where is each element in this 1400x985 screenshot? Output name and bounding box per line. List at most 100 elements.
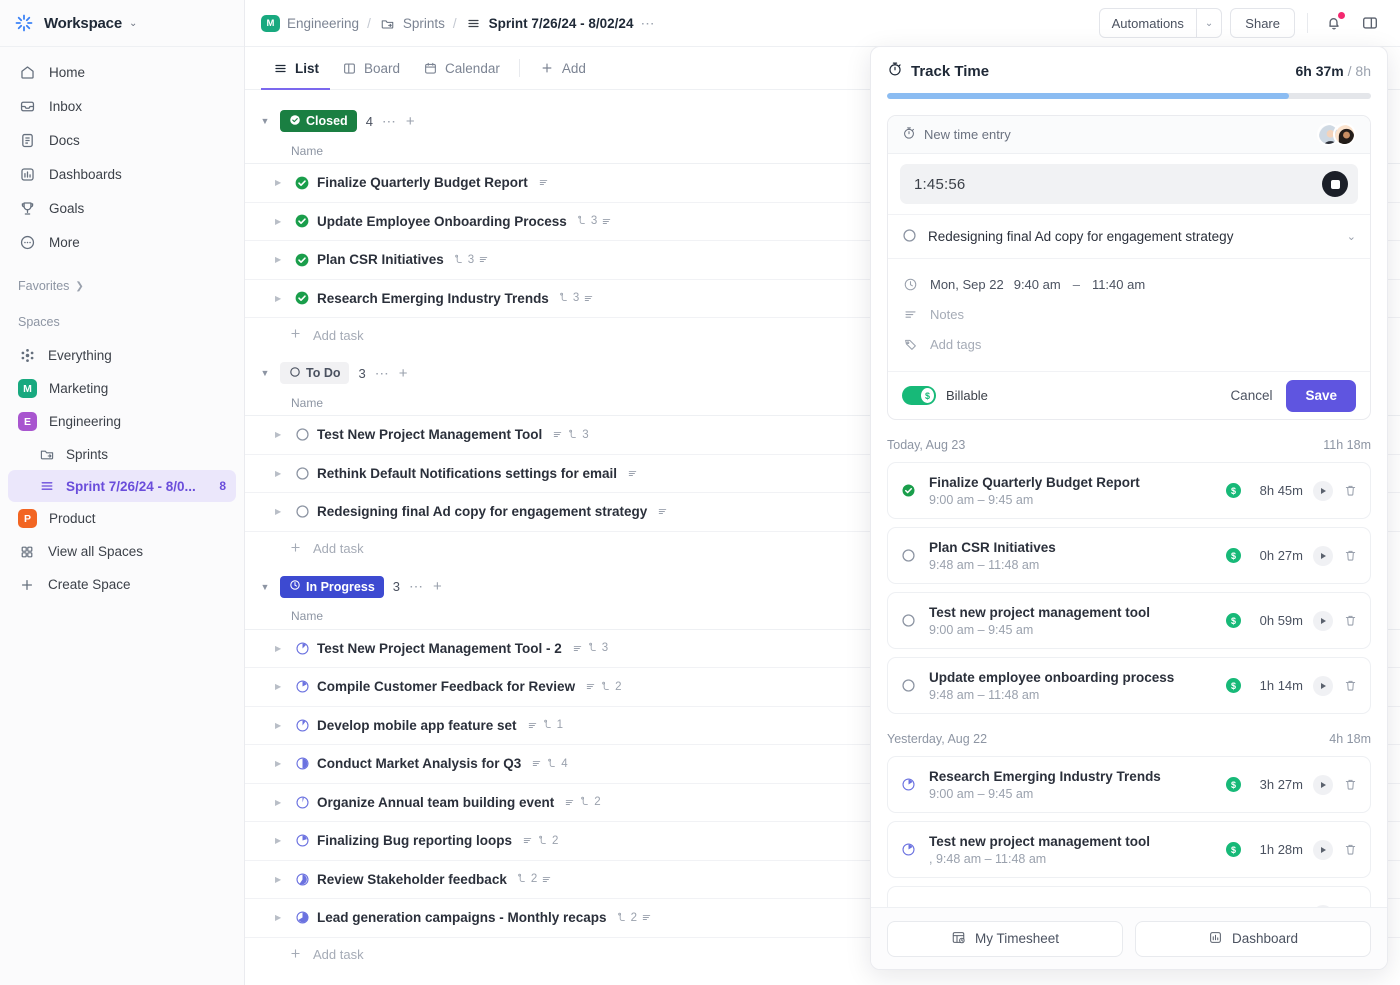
play-timer-button[interactable] [1313, 546, 1333, 566]
panel-layout-icon[interactable] [1356, 9, 1384, 37]
sidebar-item-sprints[interactable]: Sprints [8, 438, 236, 470]
play-timer-button[interactable] [1313, 481, 1333, 501]
list-item[interactable]: Finalize Quarterly Budget Report 9:00 am… [887, 462, 1371, 519]
sidebar-item-engineering[interactable]: E Engineering [8, 405, 236, 438]
expand-caret-icon[interactable]: ▶ [275, 178, 291, 187]
play-timer-button[interactable] [1313, 840, 1333, 860]
expand-caret-icon[interactable]: ▶ [275, 798, 291, 807]
expand-caret-icon[interactable]: ▶ [275, 682, 291, 691]
collapse-caret-icon[interactable]: ▼ [259, 582, 271, 592]
status-badge[interactable]: In Progress [280, 576, 384, 598]
breadcrumb-more-icon[interactable]: ⋯ [640, 15, 655, 32]
tab-calendar[interactable]: Calendar [411, 48, 511, 90]
share-button[interactable]: Share [1230, 8, 1295, 38]
cancel-button[interactable]: Cancel [1230, 388, 1272, 403]
sidebar-item-create-space[interactable]: Create Space [8, 568, 236, 601]
expand-caret-icon[interactable]: ▶ [275, 759, 291, 768]
expand-caret-icon[interactable]: ▶ [275, 721, 291, 730]
bell-icon[interactable] [1320, 9, 1348, 37]
favorites-header[interactable]: Favorites ❯ [0, 269, 244, 303]
pie-progress-blue[interactable] [900, 842, 917, 857]
group-more-icon[interactable]: ⋯ [409, 578, 424, 595]
pie-progress-blue[interactable] [291, 795, 313, 810]
timer-display[interactable]: 1:45:56 [900, 164, 1358, 204]
sidebar-item-more[interactable]: More [8, 225, 236, 259]
entry-datetime-row[interactable]: Mon, Sep 22 9:40 am – 11:40 am [902, 269, 1356, 299]
delete-icon[interactable] [1343, 548, 1358, 563]
group-more-icon[interactable]: ⋯ [375, 365, 390, 382]
status-badge[interactable]: Closed [280, 110, 357, 132]
play-timer-button[interactable] [1313, 775, 1333, 795]
entry-notes-row[interactable]: Notes [902, 299, 1356, 329]
expand-caret-icon[interactable]: ▶ [275, 294, 291, 303]
play-timer-button[interactable] [1313, 676, 1333, 696]
group-add-icon[interactable]: + [399, 365, 408, 382]
sidebar-item-inbox[interactable]: Inbox [8, 89, 236, 123]
collapse-caret-icon[interactable]: ▼ [259, 368, 271, 378]
expand-caret-icon[interactable]: ▶ [275, 469, 291, 478]
pie-progress-blue[interactable] [291, 756, 313, 771]
check-circle-green[interactable] [291, 175, 313, 191]
group-add-icon[interactable]: + [433, 578, 442, 595]
circle-outline-gray[interactable] [900, 613, 917, 628]
sidebar-item-sprint-list[interactable]: Sprint 7/26/24 - 8/0... 8 [8, 470, 236, 502]
expand-caret-icon[interactable]: ▶ [275, 875, 291, 884]
breadcrumb-folder[interactable]: Sprints [403, 16, 445, 31]
pie-progress-blue[interactable] [900, 777, 917, 792]
sidebar-item-dashboards[interactable]: Dashboards [8, 157, 236, 191]
check-circle-green[interactable] [900, 483, 917, 498]
list-item[interactable]: Review stakeholder feedback $ 1h 32m [887, 886, 1371, 907]
list-item[interactable]: Test new project management tool , 9:48 … [887, 821, 1371, 878]
circle-outline-gray[interactable] [902, 228, 917, 246]
expand-caret-icon[interactable]: ▶ [275, 430, 291, 439]
list-item[interactable]: Plan CSR Initiatives 9:48 am – 11:48 am … [887, 527, 1371, 584]
check-circle-green[interactable] [291, 252, 313, 268]
sidebar-item-home[interactable]: Home [8, 55, 236, 89]
check-circle-green[interactable] [291, 213, 313, 229]
circle-outline-gray[interactable] [900, 678, 917, 693]
expand-caret-icon[interactable]: ▶ [275, 507, 291, 516]
expand-caret-icon[interactable]: ▶ [275, 217, 291, 226]
sidebar-item-goals[interactable]: Goals [8, 191, 236, 225]
delete-icon[interactable] [1343, 678, 1358, 693]
expand-caret-icon[interactable]: ▶ [275, 913, 291, 922]
circle-outline-gray[interactable] [291, 504, 313, 519]
pie-progress-blue[interactable] [291, 833, 313, 848]
collapse-caret-icon[interactable]: ▼ [259, 116, 271, 126]
chevron-down-icon[interactable]: ⌄ [1347, 230, 1356, 243]
circle-outline-gray[interactable] [291, 427, 313, 442]
pie-progress-blue[interactable] [291, 679, 313, 694]
save-button[interactable]: Save [1286, 380, 1356, 412]
status-badge[interactable]: To Do [280, 362, 349, 384]
group-add-icon[interactable]: + [406, 113, 415, 130]
pie-progress-blue[interactable] [291, 872, 313, 887]
expand-caret-icon[interactable]: ▶ [275, 644, 291, 653]
delete-icon[interactable] [1343, 777, 1358, 792]
pie-progress-blue[interactable] [291, 910, 313, 925]
check-circle-green[interactable] [291, 290, 313, 306]
entry-task-row[interactable]: Redesigning final Ad copy for engagement… [888, 214, 1370, 258]
assignee-avatars[interactable] [1317, 123, 1356, 146]
pie-progress-blue[interactable] [291, 641, 313, 656]
list-item[interactable]: Research Emerging Industry Trends 9:00 a… [887, 756, 1371, 813]
avatar[interactable] [1333, 123, 1356, 146]
dashboard-button[interactable]: Dashboard [1135, 921, 1371, 957]
group-more-icon[interactable]: ⋯ [382, 113, 397, 130]
my-timesheet-button[interactable]: My Timesheet [887, 921, 1123, 957]
list-item[interactable]: Update employee onboarding process 9:48 … [887, 657, 1371, 714]
sidebar-item-view-all-spaces[interactable]: View all Spaces [8, 535, 236, 568]
stop-timer-button[interactable] [1322, 171, 1348, 197]
sidebar-item-product[interactable]: P Product [8, 502, 236, 535]
expand-caret-icon[interactable]: ▶ [275, 836, 291, 845]
breadcrumb-space[interactable]: Engineering [287, 16, 359, 31]
sidebar-item-docs[interactable]: Docs [8, 123, 236, 157]
add-view-button[interactable]: Add [528, 48, 597, 90]
play-timer-button[interactable] [1313, 611, 1333, 631]
list-item[interactable]: Test new project management tool 9:00 am… [887, 592, 1371, 649]
billable-toggle[interactable]: $ [902, 386, 936, 405]
entry-tags-row[interactable]: Add tags [902, 329, 1356, 359]
delete-icon[interactable] [1343, 613, 1358, 628]
breadcrumb-list[interactable]: Sprint 7/26/24 - 8/02/24 [489, 16, 634, 31]
automations-button[interactable]: Automations ⌄ [1099, 8, 1223, 38]
tab-list[interactable]: List [261, 48, 330, 90]
